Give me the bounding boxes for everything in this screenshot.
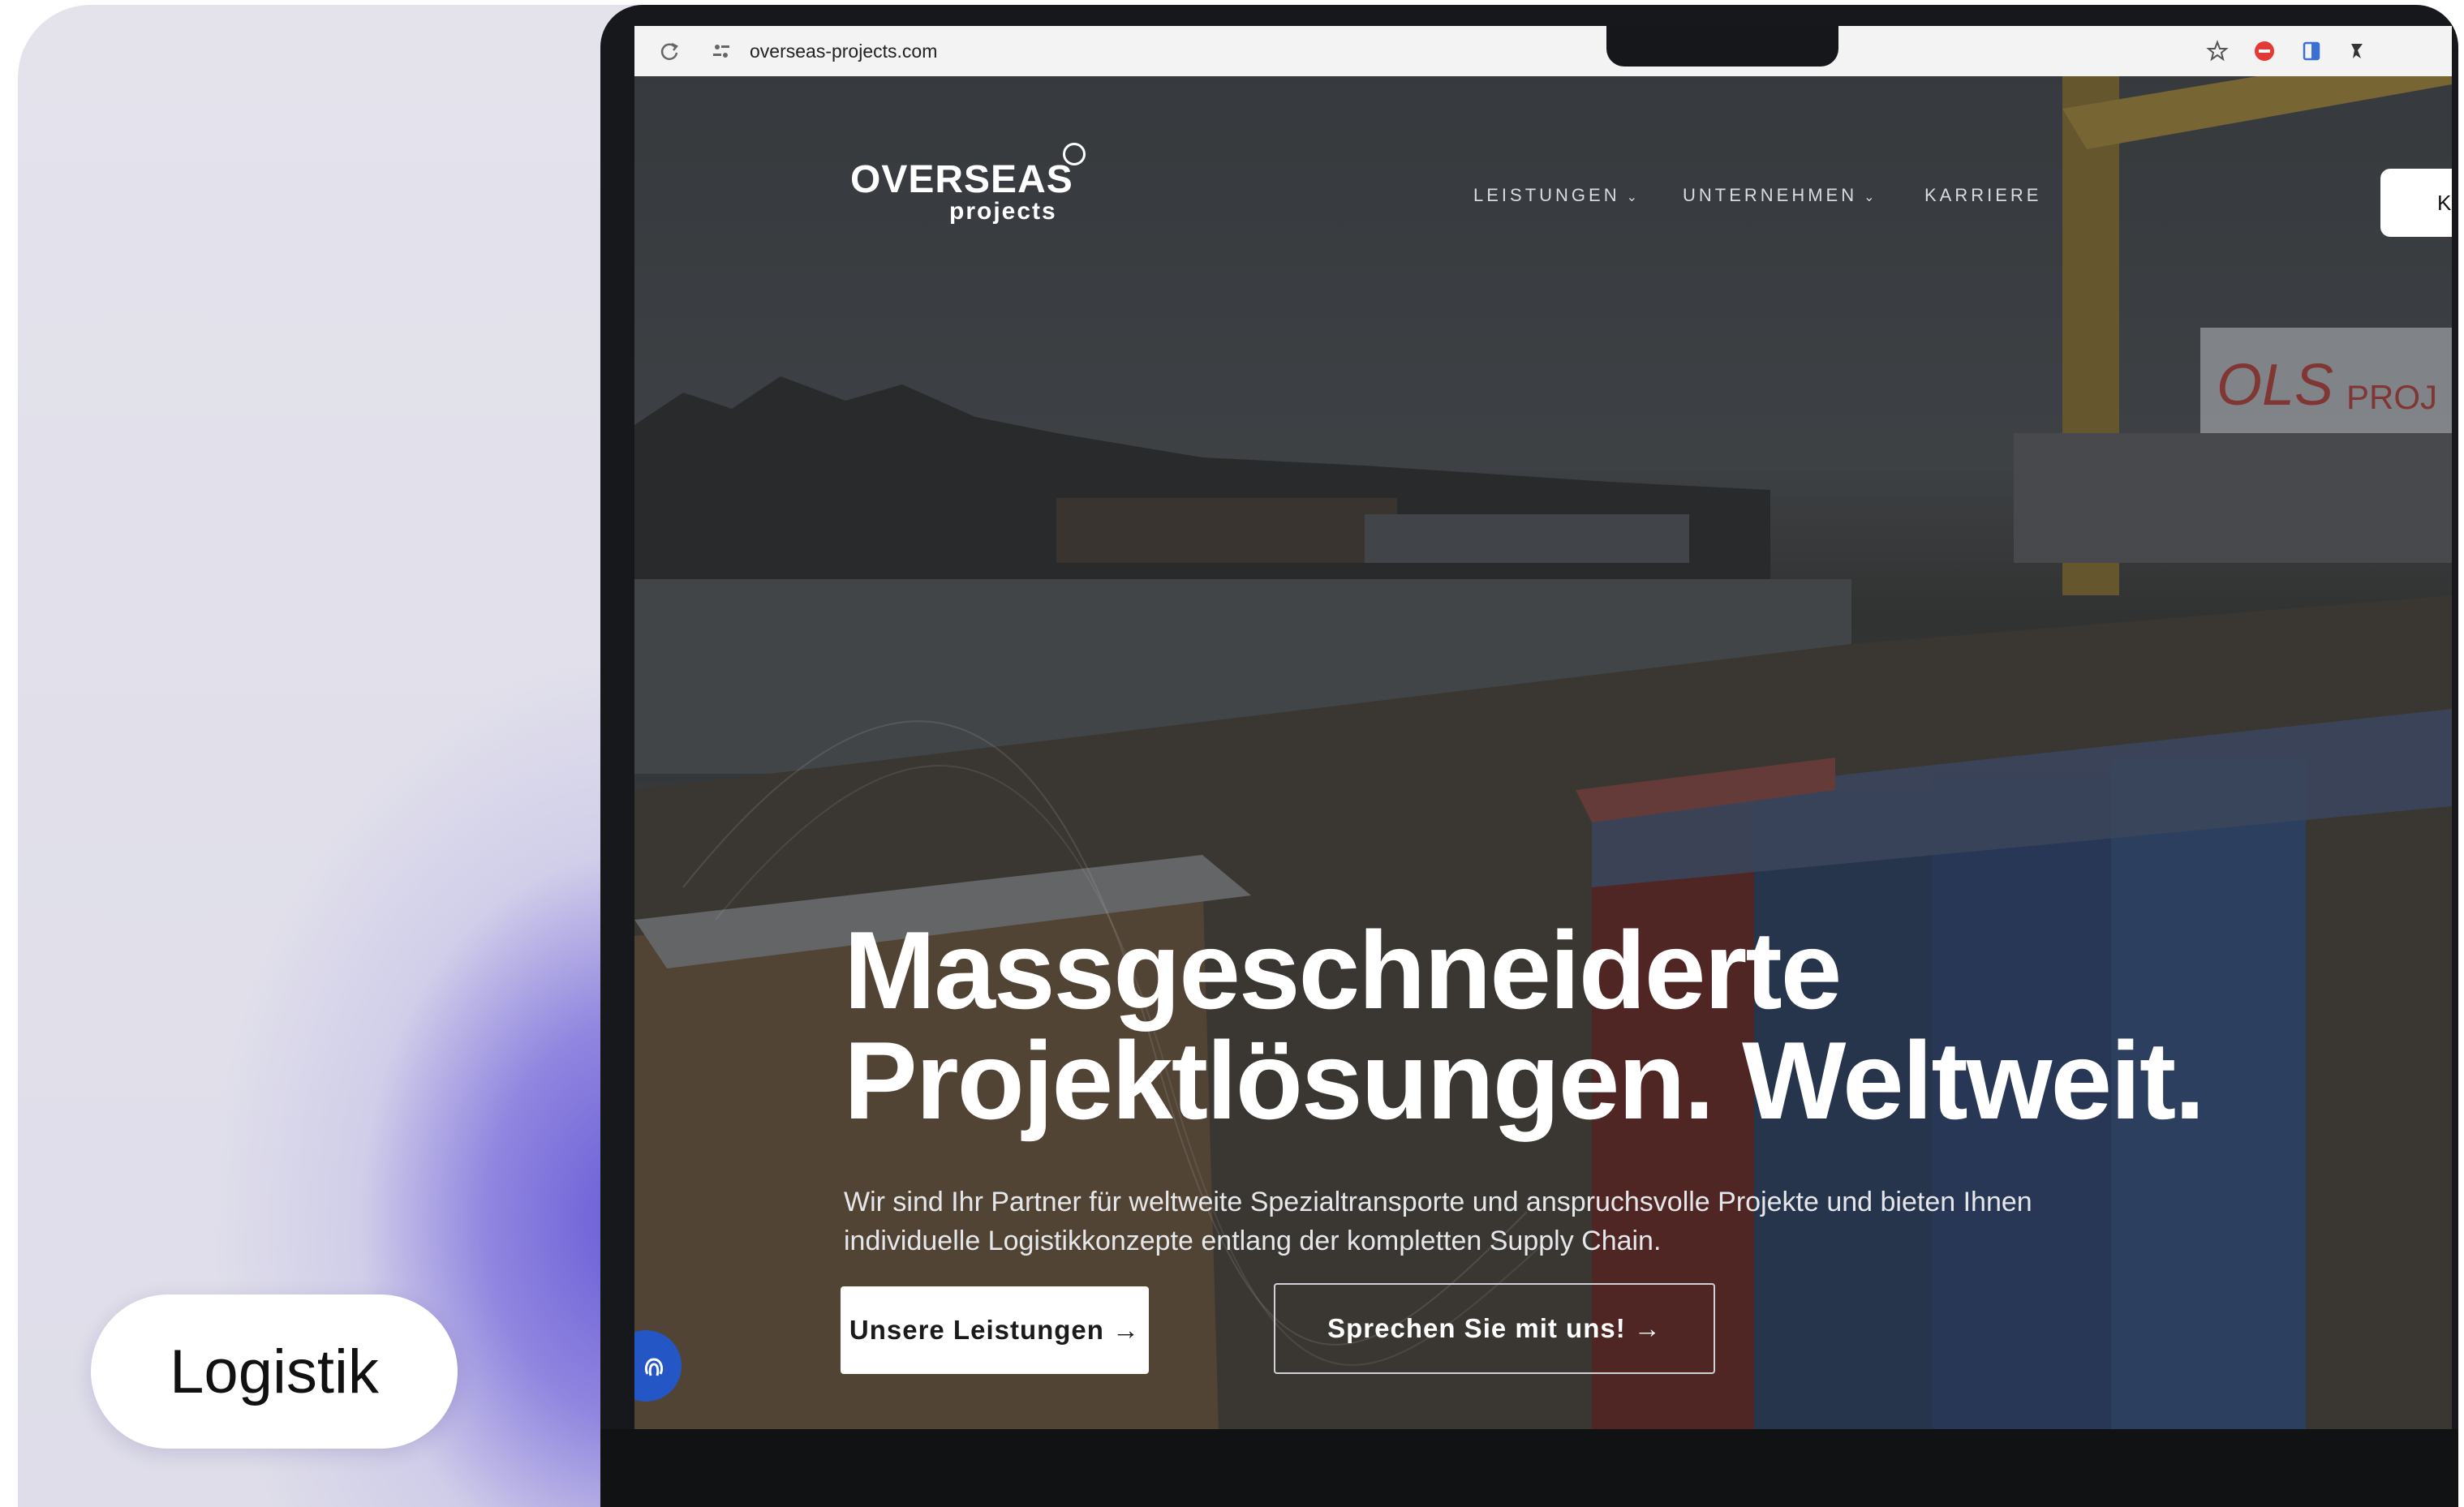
header-cta-label: K bbox=[2437, 191, 2452, 215]
headline-line-2: Projektlösungen. Weltweit. bbox=[844, 1025, 2205, 1136]
site-logo-subtitle: projects bbox=[949, 198, 1057, 225]
category-tag-label: Logistik bbox=[170, 1337, 379, 1406]
browser-toolbar: overseas-projects.com bbox=[634, 26, 2452, 77]
chevron-down-icon: ⌄ bbox=[1626, 191, 1641, 204]
contact-button[interactable]: Sprechen Sie mit uns! → bbox=[1274, 1283, 1715, 1374]
nav-item-karriere[interactable]: KARRIERE bbox=[1924, 185, 2041, 206]
nav-item-leistungen[interactable]: LEISTUNGEN ⌄ bbox=[1473, 185, 1641, 206]
services-button-label: Unsere Leistungen → bbox=[849, 1315, 1141, 1345]
extensions-icon[interactable] bbox=[2345, 39, 2369, 63]
nav-label: UNTERNEHMEN bbox=[1683, 185, 1858, 205]
nav-item-unternehmen[interactable]: UNTERNEHMEN ⌄ bbox=[1683, 185, 1878, 206]
header-cta-button[interactable]: K bbox=[2380, 169, 2452, 237]
camera-notch bbox=[1606, 26, 1838, 67]
sidebar-icon[interactable] bbox=[2299, 39, 2324, 63]
chevron-down-icon: ⌄ bbox=[1864, 191, 1878, 204]
adblock-icon[interactable] bbox=[2252, 39, 2277, 63]
headline-line-2-text: Projektlösungen. bbox=[844, 1019, 1714, 1142]
star-icon[interactable] bbox=[2205, 39, 2230, 63]
website-hero: OLS PROJ OVERSEAS projects LEISTUNGEN ⌄ U… bbox=[634, 76, 2452, 1429]
category-tag: Logistik bbox=[91, 1294, 458, 1449]
reload-icon[interactable] bbox=[657, 39, 682, 63]
site-settings-icon[interactable] bbox=[709, 39, 733, 63]
site-logo[interactable]: OVERSEAS bbox=[850, 157, 1073, 202]
laptop-bottom-bezel bbox=[600, 1429, 2458, 1507]
headline-highlight: Weltweit. bbox=[1742, 1019, 2205, 1142]
hero-headline: Massgeschneiderte Projektlösungen. Weltw… bbox=[844, 908, 2205, 1136]
url-text: overseas-projects.com bbox=[750, 41, 938, 62]
logo-text: OVERSEAS bbox=[850, 158, 1073, 201]
nav-label: KARRIERE bbox=[1924, 185, 2042, 205]
services-button[interactable]: Unsere Leistungen → bbox=[841, 1286, 1149, 1374]
hero-subtitle: Wir sind Ihr Partner für weltweite Spezi… bbox=[844, 1187, 2032, 1256]
address-bar[interactable]: overseas-projects.com bbox=[750, 39, 937, 63]
laptop-screen: overseas-projects.com OLS PROJ OVERSEAS … bbox=[634, 26, 2452, 1429]
contact-button-label: Sprechen Sie mit uns! → bbox=[1327, 1313, 1662, 1343]
headline-line-1: Massgeschneiderte bbox=[844, 908, 1842, 1032]
nav-label: LEISTUNGEN bbox=[1473, 185, 1620, 205]
logo-subtext: projects bbox=[949, 198, 1057, 225]
